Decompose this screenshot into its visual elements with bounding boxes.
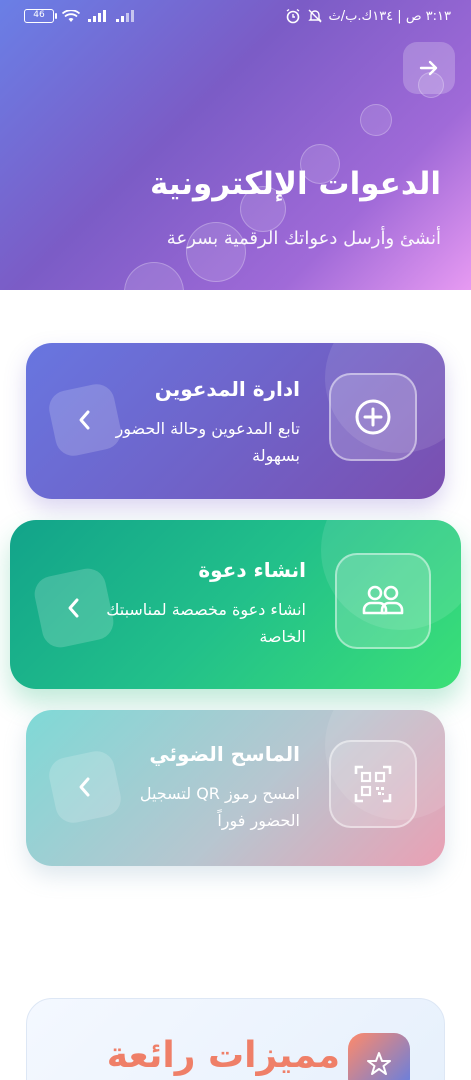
- battery-level: 46: [33, 10, 45, 20]
- card-description: تابع المدعوين وحالة الحضور بسهولة: [115, 419, 300, 465]
- features-title: مميزات رائعة: [106, 1035, 340, 1076]
- card-icon-box: [329, 740, 417, 828]
- card-title: انشاء دعوة: [198, 558, 306, 582]
- mute-icon: [307, 9, 322, 23]
- card-create-invitation[interactable]: انشاء دعوة انشاء دعوة مخصصة لمناسبتك الخ…: [10, 520, 461, 689]
- wifi-icon: [62, 9, 80, 22]
- signal-icon: [88, 10, 106, 22]
- alarm-icon: [286, 8, 299, 24]
- status-bar: 46 ٣:١٣ ص | ١٣٤ك.ب/ث: [0, 0, 471, 36]
- decor-bubble: [360, 104, 392, 136]
- card-title: الماسح الضوئي: [149, 742, 300, 766]
- arrow-right-icon: [419, 60, 438, 76]
- card-manage-invitees[interactable]: ادارة المدعوين تابع المدعوين وحالة الحضو…: [26, 343, 445, 499]
- header: 46 ٣:١٣ ص | ١٣٤ك.ب/ث الدعوات الإلكترونية…: [0, 0, 471, 290]
- decor-bubble: [124, 262, 184, 290]
- features-section: مميزات رائعة: [26, 998, 445, 1080]
- card-description: امسح رموز QR لتسجيل الحضور فوراً: [139, 784, 300, 830]
- chevron-left-icon: [68, 598, 79, 618]
- card-icon-box: [329, 373, 417, 461]
- users-icon: [362, 585, 404, 615]
- page-subtitle: أنشئ وأرسل دعواتك الرقمية بسرعة: [166, 228, 441, 249]
- card-open-button[interactable]: [31, 565, 117, 651]
- battery-indicator: 46: [24, 9, 57, 23]
- back-button[interactable]: [403, 42, 455, 94]
- chevron-left-icon: [79, 410, 90, 430]
- card-qr-scanner[interactable]: الماسح الضوئي امسح رموز QR لتسجيل الحضور…: [26, 710, 445, 866]
- features-icon-box: [348, 1033, 410, 1080]
- chevron-left-icon: [79, 777, 90, 797]
- plus-circle-icon: [355, 399, 391, 435]
- star-icon: [367, 1052, 391, 1075]
- card-title: ادارة المدعوين: [154, 377, 300, 401]
- card-icon-box: [335, 553, 431, 649]
- card-description: انشاء دعوة مخصصة لمناسبتك الخاصة: [106, 600, 306, 646]
- signal-icon-secondary: [116, 10, 134, 22]
- status-time: ٣:١٣ ص | ١٣٤ك.ب/ث: [328, 8, 452, 24]
- page-title: الدعوات الإلكترونية: [149, 166, 441, 202]
- qr-code-icon: [354, 765, 392, 803]
